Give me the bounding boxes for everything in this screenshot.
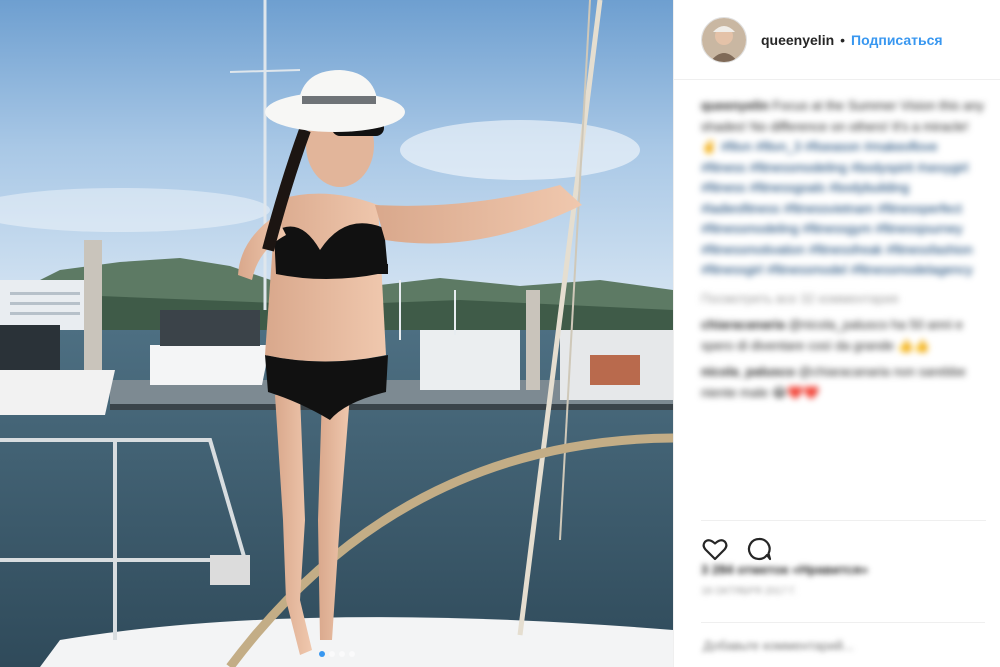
avatar-image: [702, 17, 746, 62]
caption-hashtags[interactable]: #fitvn #fitvn_3 #fiseason #makeoflove #f…: [701, 139, 973, 277]
username[interactable]: queenyelin: [761, 32, 834, 48]
carousel-dot[interactable]: [338, 651, 345, 657]
post-sidebar: queenyelin • Подписаться queenyelin Focu…: [673, 0, 1000, 667]
carousel-indicator: [0, 651, 673, 657]
likes-count[interactable]: 3 284 отметок «Нравится»: [701, 562, 868, 577]
comment-bubble-icon[interactable]: [745, 535, 773, 563]
comment-item: nicola_palusco @chiaracanaria non sarebb…: [701, 362, 986, 403]
heart-outline-icon[interactable]: [701, 535, 729, 563]
post-photo[interactable]: [0, 0, 673, 667]
comment-item: chiaracanaria @nicola_palusco ha 50 anni…: [701, 315, 986, 356]
avatar[interactable]: [701, 16, 747, 63]
carousel-dot[interactable]: [348, 651, 355, 657]
add-comment-bar: [701, 622, 985, 667]
carousel-dot[interactable]: [318, 651, 325, 657]
separator-dot: •: [840, 31, 846, 48]
caption: queenyelin Focus at the Summer Vision th…: [701, 96, 986, 281]
photo-scene: [0, 0, 673, 667]
carousel-dot[interactable]: [328, 651, 335, 657]
post-date: 18 ОКТЯБРЯ 2017 Г.: [701, 586, 797, 597]
view-all-comments-link[interactable]: Посмотреть все 32 комментария: [701, 289, 986, 310]
add-comment-input[interactable]: [701, 636, 985, 654]
comment-author[interactable]: nicola_palusco: [701, 364, 795, 379]
comments-section: queenyelin Focus at the Summer Vision th…: [701, 96, 986, 418]
follow-button[interactable]: Подписаться: [851, 32, 943, 48]
instagram-post: queenyelin • Подписаться queenyelin Focu…: [0, 0, 1000, 667]
post-header: queenyelin • Подписаться: [674, 0, 1000, 80]
caption-author[interactable]: queenyelin: [701, 98, 769, 113]
comment-author[interactable]: chiaracanaria: [701, 317, 785, 332]
post-actions: [701, 520, 986, 563]
